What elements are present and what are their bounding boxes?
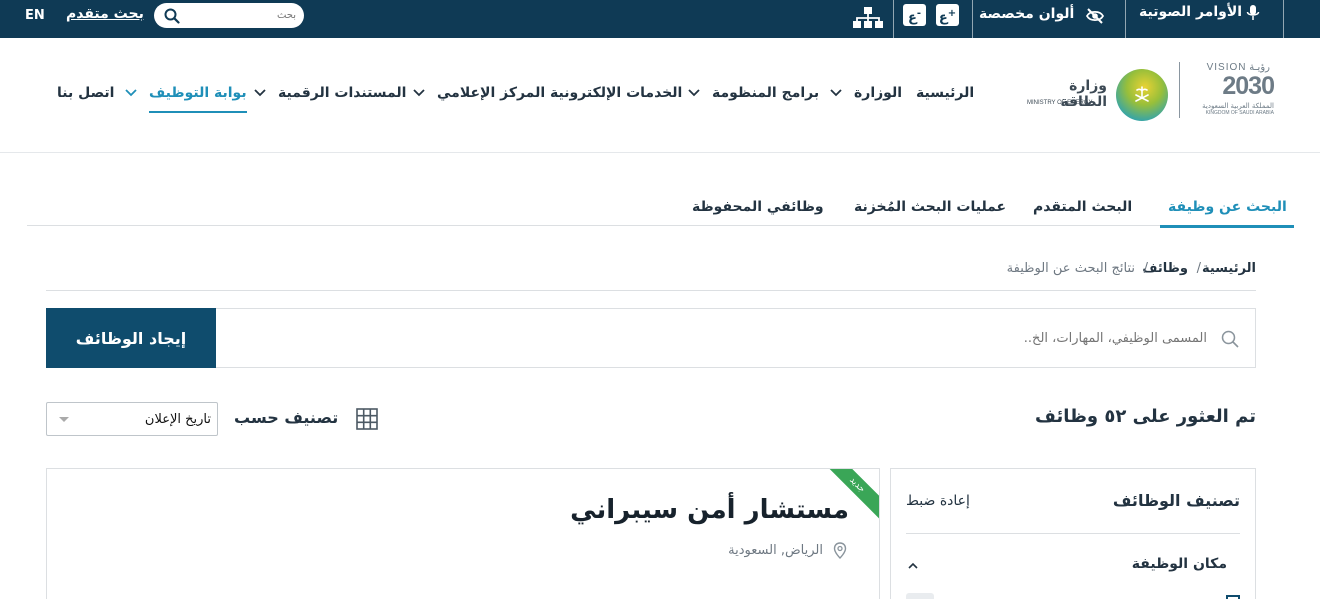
chevron-down-icon[interactable] (125, 88, 137, 98)
font-increase-glyph: ع (938, 10, 948, 26)
nav-careers-portal[interactable]: بوابة التوظيف (149, 85, 247, 113)
chevron-up-icon[interactable] (907, 561, 919, 570)
job-card[interactable]: جديد مستشار أمن سيبراني الرياض, السعودية (46, 468, 880, 599)
location-filter-title[interactable]: مكان الوظيفة (1132, 556, 1227, 572)
location-checkbox[interactable] (1226, 595, 1240, 599)
voice-commands-link[interactable]: الأوامر الصوتية (1139, 4, 1242, 20)
breadcrumb: الرئيسية / وظائف / نتائج البحث عن الوظيف… (46, 261, 1256, 291)
chevron-down-icon[interactable] (830, 88, 842, 98)
search-icon (1221, 330, 1239, 348)
custom-colors-link[interactable]: ألوان مخصصة (979, 6, 1074, 22)
sort-selected-value: تاريخ الإعلان (144, 412, 211, 427)
nav-programs[interactable]: برامج المنظومة (712, 85, 819, 101)
sort-select[interactable]: تاريخ الإعلان (46, 402, 218, 436)
active-underline (149, 111, 247, 113)
job-filter-panel: تصنيف الوظائف إعادة ضبط مكان الوظيفة (890, 468, 1256, 599)
language-toggle[interactable]: EN (25, 8, 45, 23)
font-decrease-glyph: ع (907, 10, 917, 26)
tab-advanced-search[interactable]: البحث المتقدم (1033, 199, 1132, 215)
job-keyword-input[interactable] (507, 326, 1207, 350)
topbar-divider (1283, 0, 1284, 38)
eye-slash-icon (1085, 8, 1105, 24)
location-count-badge (906, 593, 934, 599)
top-search-box (154, 3, 304, 28)
top-search-input[interactable] (188, 6, 296, 25)
active-tab-underline (1160, 225, 1294, 228)
nav-digital-documents[interactable]: المستندات الرقمية (278, 85, 406, 101)
tab-saved-searches[interactable]: عمليات البحث المُخزنة (854, 199, 1006, 215)
breadcrumb-jobs[interactable]: وظائف (1142, 261, 1188, 276)
dropdown-arrow-icon (59, 417, 69, 422)
breadcrumb-current: نتائج البحث عن الوظيفة (1006, 261, 1135, 276)
job-search-tabs: البحث عن وظيفة البحث المتقدم عمليات البح… (27, 196, 1294, 228)
breadcrumb-home[interactable]: الرئيسية (1202, 261, 1256, 276)
topbar-divider (1125, 0, 1126, 38)
microphone-icon (1246, 5, 1260, 20)
advanced-search-link[interactable]: بحث متقدم (66, 6, 144, 22)
filter-divider (906, 533, 1240, 534)
breadcrumb-separator: / (1143, 261, 1148, 276)
filter-title: تصنيف الوظائف (1112, 491, 1240, 510)
main-navigation: الرئيسية الوزارة برامج المنظومة الخدمات … (0, 85, 1320, 113)
grid-view-icon[interactable] (356, 408, 378, 430)
tab-job-search[interactable]: البحث عن وظيفة (1160, 199, 1294, 228)
font-increase-button[interactable]: ع+ (936, 4, 959, 26)
find-jobs-button[interactable]: إيجاد الوظائف (46, 308, 216, 368)
chevron-down-icon[interactable] (688, 88, 700, 98)
topbar-divider (972, 0, 973, 38)
search-icon[interactable] (164, 8, 180, 24)
nav-eservices[interactable]: الخدمات الإلكترونية (550, 85, 682, 101)
results-count: تم العثور على ٥٢ وظائف (1035, 406, 1256, 427)
chevron-down-icon[interactable] (254, 88, 266, 98)
sort-by-label: تصنيف حسب (234, 408, 339, 427)
nav-media-center[interactable]: المركز الإعلامي (437, 85, 545, 101)
sitemap-icon[interactable] (852, 7, 884, 29)
tab-saved-jobs[interactable]: وظائفي المحفوظة (692, 199, 824, 215)
chevron-down-icon[interactable] (413, 88, 425, 98)
main-header: رؤيـة VISION 2030 المملكة العربية السعود… (0, 38, 1320, 153)
breadcrumb-separator: / (1196, 261, 1201, 276)
nav-ministry[interactable]: الوزارة (854, 85, 902, 101)
nav-contact[interactable]: اتصل بنا (57, 85, 114, 101)
top-utility-bar: EN بحث متقدم ع- ع+ ألوان مخصصة الأوامر ا… (0, 0, 1320, 38)
topbar-divider (893, 0, 894, 38)
job-title[interactable]: مستشار أمن سيبراني (570, 495, 849, 525)
nav-careers-label: بوابة التوظيف (149, 85, 247, 101)
location-pin-icon (833, 542, 847, 559)
job-location: الرياض, السعودية (728, 543, 823, 558)
font-decrease-sign: - (916, 8, 922, 19)
tab-job-search-label: البحث عن وظيفة (1168, 199, 1287, 215)
job-search-bar: إيجاد الوظائف (46, 308, 1256, 368)
font-decrease-button[interactable]: ع- (903, 4, 926, 26)
nav-home[interactable]: الرئيسية (916, 85, 974, 101)
filter-reset-link[interactable]: إعادة ضبط (906, 493, 970, 509)
font-increase-sign: + (947, 8, 957, 19)
